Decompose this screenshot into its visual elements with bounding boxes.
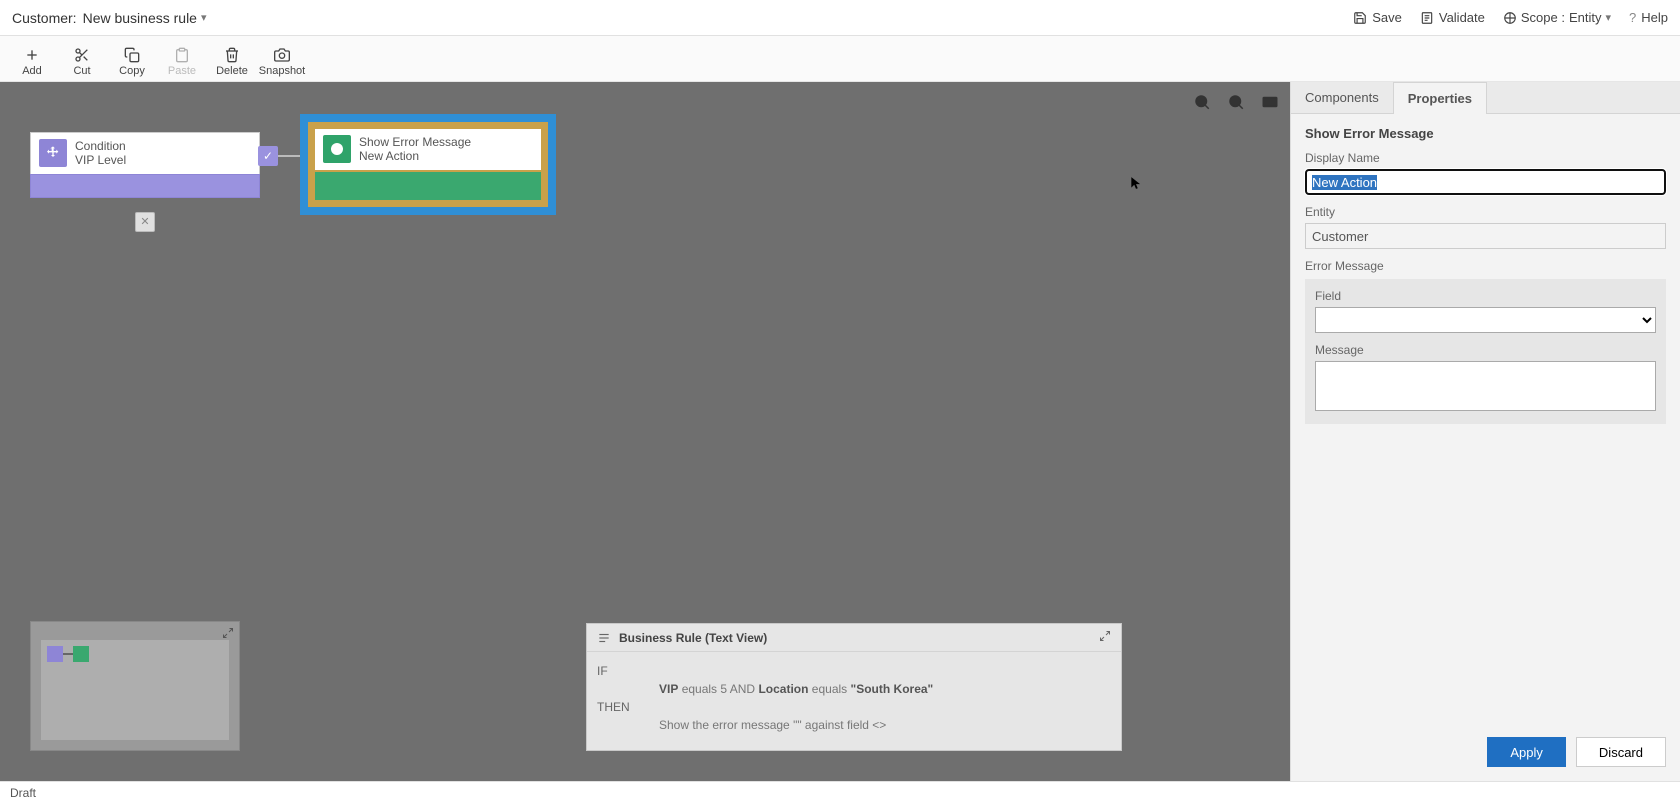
scope-label: Scope : [1521,10,1565,25]
properties-title: Show Error Message [1305,126,1666,141]
help-icon: ? [1629,10,1636,25]
text-view-expand-icon[interactable] [1099,630,1111,645]
properties-panel: Components Properties Show Error Message… [1290,82,1680,781]
then-keyword: THEN [597,700,645,714]
delete-label: Delete [216,65,248,77]
validate-button[interactable]: Validate [1420,10,1485,25]
minimap[interactable] [30,621,240,751]
discard-button[interactable]: Discard [1576,737,1666,767]
status-bar: Draft [0,781,1680,803]
zoom-in-button[interactable] [1226,92,1246,112]
copy-icon [124,47,140,63]
tab-components[interactable]: Components [1291,82,1393,113]
status-draft: Draft [10,786,36,800]
add-label: Add [22,65,42,77]
error-message-section-label: Error Message [1305,259,1666,273]
copy-label: Copy [119,65,145,77]
action-title: Show Error Message [359,135,471,149]
rule-name: New business rule [83,10,197,26]
entity-field [1305,223,1666,249]
text-view-title: Business Rule (Text View) [619,631,767,645]
cut-button[interactable]: Cut [58,47,106,81]
condition-icon [39,139,67,167]
then-expression: Show the error message "" against field … [659,718,886,732]
display-name-input[interactable] [1305,169,1666,195]
chevron-down-icon: ▾ [1605,11,1611,24]
save-icon [1353,11,1367,25]
delete-button[interactable]: Delete [208,47,256,81]
minimap-viewport [41,640,229,740]
message-input[interactable] [1315,361,1656,411]
error-message-section: Field Message [1305,279,1666,424]
zoom-in-icon [1227,93,1245,111]
main-area: Condition VIP Level ✕ ✓ ! Show Error Mes… [0,82,1680,781]
apply-button[interactable]: Apply [1487,737,1566,767]
zoom-out-icon [1193,93,1211,111]
condition-node[interactable]: Condition VIP Level ✕ [30,132,260,198]
scope-value: Entity [1569,10,1602,25]
mouse-cursor [1129,174,1143,195]
canvas[interactable]: Condition VIP Level ✕ ✓ ! Show Error Mes… [0,82,1290,781]
help-button[interactable]: ? Help [1629,10,1668,25]
true-branch-indicator: ✓ [258,146,278,166]
condition-body [30,174,260,198]
plus-icon [24,47,40,63]
scope-icon [1503,11,1517,25]
scope-dropdown[interactable]: Scope : Entity ▾ [1503,10,1611,25]
minimap-condition [47,646,63,662]
paste-label: Paste [168,65,196,77]
chevron-down-icon[interactable]: ▾ [201,11,207,24]
cut-label: Cut [73,65,90,77]
zoom-out-button[interactable] [1192,92,1212,112]
validate-icon [1420,11,1434,25]
condition-subtitle: VIP Level [75,153,126,167]
minimap-connector [63,653,73,655]
connector-line [278,155,300,157]
validate-label: Validate [1439,10,1485,25]
side-tabs: Components Properties [1291,82,1680,114]
entity-field-label: Entity [1305,205,1666,219]
message-label: Message [1315,343,1656,357]
save-label: Save [1372,10,1402,25]
if-keyword: IF [597,664,645,678]
top-bar: Customer: New business rule ▾ Save Valid… [0,0,1680,36]
save-button[interactable]: Save [1353,10,1402,25]
page-title[interactable]: Customer: New business rule ▾ [12,10,207,26]
field-picker-label: Field [1315,289,1656,303]
paste-icon [174,47,190,63]
snapshot-label: Snapshot [259,65,305,77]
if-expression: VIP equals 5 AND Location equals "South … [659,682,933,696]
action-body [315,172,541,200]
false-branch-add[interactable]: ✕ [135,212,155,232]
entity-label: Customer: [12,10,77,26]
tab-properties[interactable]: Properties [1393,82,1487,114]
error-message-icon: ! [323,135,351,163]
svg-text:!: ! [336,145,338,154]
trash-icon [224,47,240,63]
action-node-selected[interactable]: ! Show Error Message New Action [300,114,556,215]
fit-icon [1261,93,1279,111]
text-view-panel: Business Rule (Text View) IF VIP equals … [586,623,1122,751]
help-label: Help [1641,10,1668,25]
action-subtitle: New Action [359,149,471,163]
minimap-action [73,646,89,662]
ribbon-toolbar: Add Cut Copy Paste Delete Snapshot [0,36,1680,82]
display-name-label: Display Name [1305,151,1666,165]
copy-button[interactable]: Copy [108,47,156,81]
fit-to-screen-button[interactable] [1260,92,1280,112]
scissors-icon [74,47,90,63]
paste-button: Paste [158,47,206,81]
minimap-expand-icon[interactable] [221,626,235,640]
text-view-icon [597,631,611,645]
field-picker[interactable] [1315,307,1656,333]
canvas-tools [1192,92,1280,112]
topbar-actions: Save Validate Scope : Entity ▾ ? Help [1353,10,1668,25]
camera-icon [274,47,290,63]
add-button[interactable]: Add [8,47,56,81]
condition-title: Condition [75,139,126,153]
snapshot-button[interactable]: Snapshot [258,47,306,81]
